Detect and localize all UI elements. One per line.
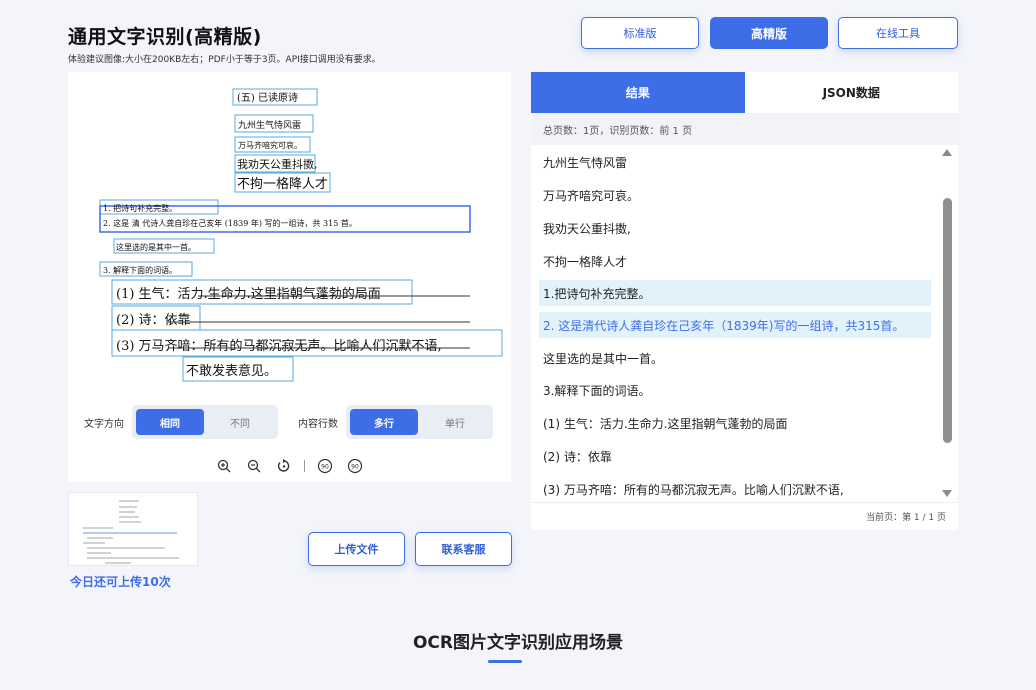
results-panel: 结果 JSON数据 总页数：1页，识别页数：前 1 页 九州生气恃风雷 万马齐喑… [531,72,958,530]
results-scrollbar[interactable] [936,145,958,501]
image-toolbar: 90 90 [68,454,511,478]
document-svg: (五) 已读原诗 九州生气恃风雷 万马齐喑究可哀。 我劝天公重抖擞, 不拘一格降… [99,88,503,382]
section-title: OCR图片文字识别应用场景 [412,633,624,653]
scroll-up-icon[interactable] [942,149,952,156]
direction-different-option[interactable]: 不同 [206,409,274,435]
results-tabs: 结果 JSON数据 [531,72,958,113]
doc-line: 这里选的是其中一首。 [116,242,196,252]
online-tools-button[interactable]: 在线工具 [838,17,958,49]
result-line[interactable]: 万马齐喑究可哀。 [539,182,931,208]
result-line[interactable]: (3) 万马齐喑：所有的马都沉寂无声。比喻人们沉默不语, [539,476,931,501]
doc-line: 2. 这是 清 代诗人龚自珍在己亥年 (1839 年) 写的一组诗，共 315 … [103,218,357,228]
direction-same-option[interactable]: 相同 [136,409,204,435]
direction-label: 文字方向 [84,419,124,430]
doc-line: (2) 诗：依靠 [116,313,191,328]
section-title-underline [488,660,522,663]
result-line[interactable]: (1) 生气：活力.生命力.这里指朝气蓬勃的局面 [539,410,931,436]
standard-mode-button[interactable]: 标准版 [581,17,699,49]
doc-line: 不拘一格降人才 [237,176,328,192]
doc-line: 我劝天公重抖擞, [237,157,318,171]
doc-line: 万马齐喑究可哀。 [238,140,302,150]
tab-result[interactable]: 结果 [531,72,745,113]
result-line[interactable]: 我劝天公重抖擞, [539,215,931,241]
doc-line: 九州生气恃风雷 [238,119,301,131]
scrollbar-thumb[interactable] [943,198,952,443]
results-summary: 总页数：1页，识别页数：前 1 页 [531,113,958,145]
doc-line: 3. 解释下面的词语。 [103,265,177,275]
page-title: 通用文字识别(高精版) [68,26,262,48]
doc-line: (1) 生气：活力.生命力.这里指朝气蓬勃的局面 [116,286,381,302]
results-list: 九州生气恃风雷 万马齐喑究可哀。 我劝天公重抖擞, 不拘一格降人才 1.把诗句补… [531,145,958,501]
doc-line: 1. 把诗句补充完整。 [103,203,177,213]
zoom-in-icon[interactable] [214,456,234,476]
multi-line-option[interactable]: 多行 [350,409,418,435]
result-line[interactable]: 3.解释下面的词语。 [539,377,931,403]
svg-text:90: 90 [321,464,329,471]
rotate-right-90-icon[interactable]: 90 [345,456,365,476]
toolbar-divider [304,460,305,472]
document-thumbnail[interactable] [68,492,198,566]
scroll-down-icon[interactable] [942,490,952,497]
result-line[interactable]: 不拘一格降人才 [539,248,931,274]
doc-line: (3) 万马齐喑：所有的马都沉寂无声。比喻人们沉默不语, [116,338,442,354]
upload-file-button[interactable]: 上传文件 [308,532,405,566]
single-line-option[interactable]: 单行 [421,409,489,435]
result-line[interactable]: (2) 诗：依靠 [539,443,931,469]
zoom-out-icon[interactable] [244,456,264,476]
svg-text:90: 90 [351,464,359,471]
direction-toggle: 相同 不同 [132,405,278,439]
tab-json-data[interactable]: JSON数据 [744,72,958,113]
result-line[interactable]: 这里选的是其中一首。 [539,345,931,371]
line-count-toggle: 多行 单行 [346,405,493,439]
result-line[interactable]: 1.把诗句补充完整。 [539,280,931,306]
document-panel: (五) 已读原诗 九州生气恃风雷 万马齐喑究可哀。 我劝天公重抖擞, 不拘一格降… [68,72,511,482]
page-subtitle: 体验建议图像:大小在200KB左右；PDF小于等于3页。API接口调用没有要求。 [68,55,381,65]
high-precision-mode-button[interactable]: 高精版 [710,17,828,49]
upload-count-text: 今日还可上传10次 [70,575,171,589]
rotate-left-90-icon[interactable]: 90 [315,456,335,476]
result-line[interactable]: 九州生气恃风雷 [539,149,931,175]
options-row: 文字方向 相同 不同 内容行数 多行 单行 [68,405,511,439]
doc-line: (五) 已读原诗 [237,91,298,104]
rotate-icon[interactable] [274,456,294,476]
contact-support-button[interactable]: 联系客服 [415,532,512,566]
doc-line: 不敢发表意见。 [186,363,277,379]
document-image: (五) 已读原诗 九州生气恃风雷 万马齐喑究可哀。 我劝天公重抖擞, 不拘一格降… [68,72,511,392]
line-count-label: 内容行数 [298,419,338,430]
result-line-selected[interactable]: 2. 这是清代诗人龚自珍在己亥年（1839年)写的一组诗，共315首。 [539,312,931,338]
page-indicator: 当前页：第 1 / 1 页 [531,502,958,530]
